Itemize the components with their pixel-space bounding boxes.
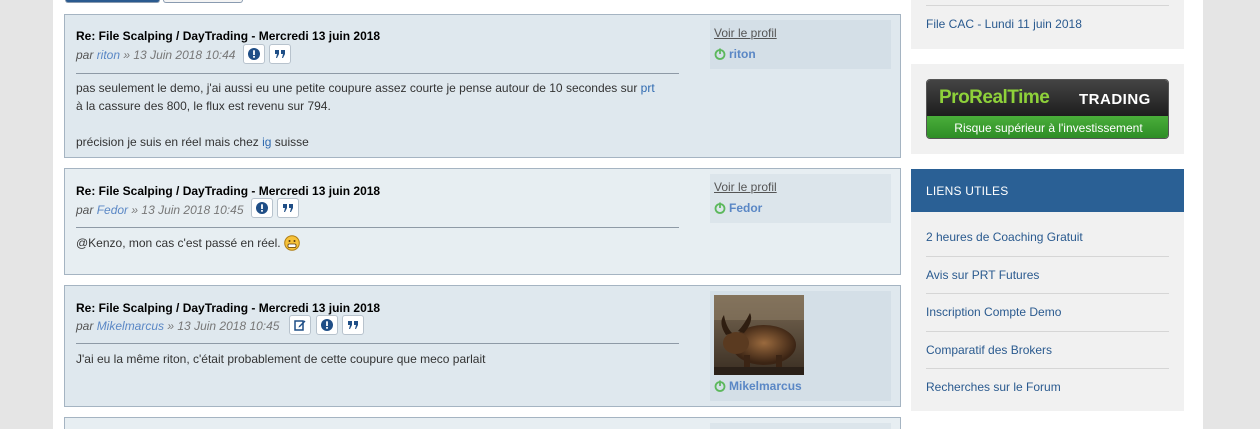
- forum-post: [64, 417, 901, 429]
- useful-links-header: LIENS UTILES: [911, 169, 1184, 212]
- quote-button[interactable]: [342, 315, 364, 335]
- online-status-icon: [714, 202, 726, 214]
- banner-tagline: Risque supérieur à l'investissement: [954, 121, 1143, 135]
- recent-topics-box: File CAC - Lundi 11 juin 2018: [911, 0, 1184, 49]
- post-author-link[interactable]: Fedor: [97, 203, 128, 217]
- useful-link-prt-futures[interactable]: Avis sur PRT Futures: [926, 268, 1039, 282]
- useful-links-box: 2 heures de Coaching Gratuit Avis sur PR…: [911, 212, 1184, 411]
- post-date: » 13 Juin 2018 10:45: [167, 319, 280, 333]
- report-icon: [248, 48, 260, 60]
- report-icon: [256, 202, 268, 214]
- banner-brand-suffix: TRADING: [1079, 91, 1151, 108]
- action-button[interactable]: [65, 0, 160, 3]
- sidebar-divider: [926, 5, 1169, 6]
- author-profile-card: Mikelmarcus: [710, 291, 891, 401]
- secondary-button[interactable]: [163, 0, 243, 3]
- post-meta: par riton » 13 Juin 2018 10:44: [76, 48, 235, 62]
- edit-button[interactable]: [289, 315, 311, 335]
- post-by: par: [76, 319, 94, 333]
- report-icon: [321, 319, 333, 331]
- post-date: » 13 Juin 2018 10:45: [131, 203, 244, 217]
- quote-button[interactable]: [277, 198, 299, 218]
- prorealtime-banner-box: ProRealTime TRADING Risque supérieur à l…: [911, 64, 1184, 154]
- post-meta: par Mikelmarcus » 13 Juin 2018 10:45: [76, 319, 279, 333]
- post-body: @Kenzo, mon cas c'est passé en réel.: [76, 234, 686, 252]
- post-author-link[interactable]: riton: [97, 48, 120, 62]
- forum-post: Re: File Scalping / DayTrading - Mercred…: [64, 168, 901, 275]
- avatar[interactable]: [714, 295, 804, 375]
- profile-username[interactable]: Mikelmarcus: [714, 379, 802, 393]
- useful-link-forum-search[interactable]: Recherches sur le Forum: [926, 380, 1061, 394]
- view-profile-link[interactable]: Voir le profil: [714, 26, 777, 40]
- report-button[interactable]: [243, 44, 265, 64]
- quote-icon: [348, 321, 358, 329]
- sidebar-divider: [926, 293, 1169, 294]
- forum-post: Re: File Scalping / DayTrading - Mercred…: [64, 14, 901, 158]
- post-body: J'ai eu la même riton, c'était probablem…: [76, 350, 686, 368]
- banner-brand: ProRealTime: [939, 87, 1050, 108]
- prorealtime-banner[interactable]: ProRealTime TRADING Risque supérieur à l…: [926, 79, 1169, 139]
- post-text: suisse: [271, 135, 309, 149]
- author-profile-card: Voir le profil Fedor: [710, 174, 891, 223]
- quote-icon: [275, 50, 285, 58]
- post-text: @Kenzo, mon cas c'est passé en réel.: [76, 236, 281, 250]
- post-text: pas seulement le demo, j'ai aussi eu une…: [76, 81, 641, 95]
- post-text: à la cassure des 800, le flux est revenu…: [76, 99, 331, 113]
- post-separator: [76, 227, 679, 228]
- forum-post: Re: File Scalping / DayTrading - Mercred…: [64, 285, 901, 407]
- post-title: Re: File Scalping / DayTrading - Mercred…: [76, 301, 381, 315]
- post-separator: [76, 73, 679, 74]
- author-profile-card: Voir le profil riton: [710, 20, 891, 69]
- online-status-icon: [714, 380, 726, 392]
- emoji-grin-icon: [283, 235, 300, 251]
- sidebar-topic-link[interactable]: File CAC - Lundi 11 juin 2018: [926, 17, 1082, 31]
- useful-link-brokers[interactable]: Comparatif des Brokers: [926, 343, 1052, 357]
- useful-link-coaching[interactable]: 2 heures de Coaching Gratuit: [926, 230, 1083, 244]
- profile-username[interactable]: riton: [714, 47, 756, 61]
- report-button[interactable]: [316, 315, 338, 335]
- online-status-icon: [714, 48, 726, 60]
- sidebar-divider: [926, 331, 1169, 332]
- profile-username[interactable]: Fedor: [714, 201, 762, 215]
- post-date: » 13 Juin 2018 10:44: [123, 48, 236, 62]
- sidebar-divider: [926, 256, 1169, 257]
- sidebar-divider: [926, 368, 1169, 369]
- post-title: Re: File Scalping / DayTrading - Mercred…: [76, 184, 381, 198]
- author-profile-card: [710, 423, 891, 429]
- post-separator: [76, 343, 679, 344]
- post-by: par: [76, 203, 94, 217]
- edit-icon: [294, 320, 306, 331]
- useful-link-demo-account[interactable]: Inscription Compte Demo: [926, 305, 1061, 319]
- post-title: Re: File Scalping / DayTrading - Mercred…: [76, 29, 381, 43]
- post-text: J'ai eu la même riton, c'était probablem…: [76, 352, 486, 366]
- post-text: précision je suis en réel mais chez: [76, 135, 263, 149]
- post-body: pas seulement le demo, j'ai aussi eu une…: [76, 79, 686, 151]
- post-meta: par Fedor » 13 Juin 2018 10:45: [76, 203, 244, 217]
- post-inline-link[interactable]: prt: [641, 81, 655, 95]
- post-author-link[interactable]: Mikelmarcus: [97, 319, 164, 333]
- quote-button[interactable]: [269, 44, 291, 64]
- post-by: par: [76, 48, 94, 62]
- view-profile-link[interactable]: Voir le profil: [714, 180, 777, 194]
- useful-links-title: LIENS UTILES: [926, 184, 1009, 198]
- report-button[interactable]: [251, 198, 273, 218]
- quote-icon: [283, 204, 293, 212]
